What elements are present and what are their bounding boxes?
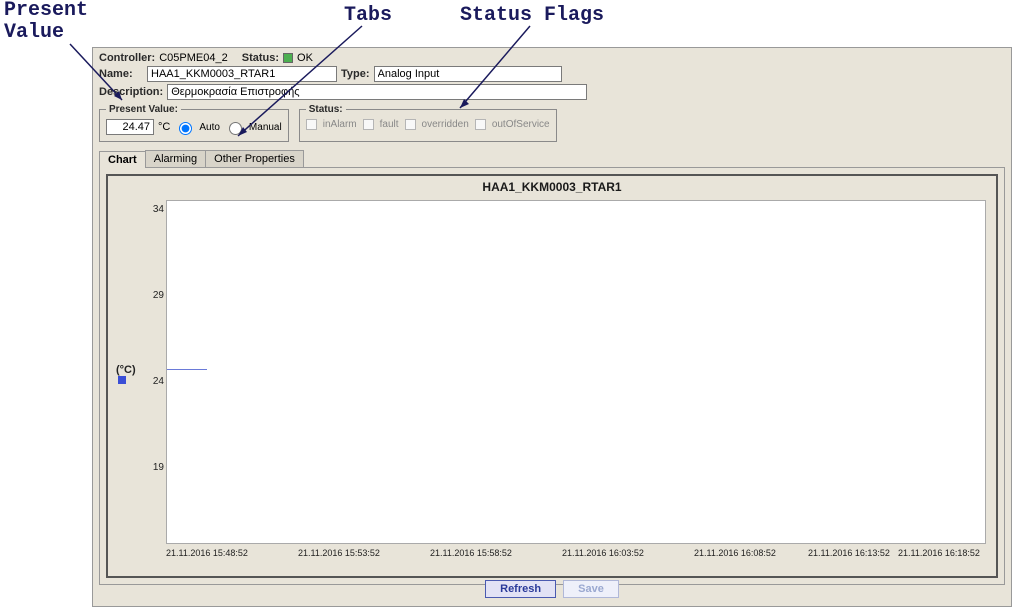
- description-row: Description:: [93, 84, 1011, 104]
- legend-swatch-icon: [118, 376, 126, 384]
- fault-label: fault: [380, 119, 399, 130]
- xtick-2: 21.11.2016 15:58:52: [430, 548, 512, 558]
- tab-body: HAA1_KKM0003_RTAR1 34 29 24 19 (°C) 21.1…: [99, 167, 1005, 585]
- controller-value: C05PME04_2: [159, 52, 228, 64]
- ytick-0: 34: [134, 204, 164, 215]
- xtick-1: 21.11.2016 15:53:52: [298, 548, 380, 558]
- inAlarm-label: inAlarm: [323, 119, 357, 130]
- status-ok-icon: [283, 53, 293, 63]
- status-text: OK: [297, 52, 313, 64]
- annotation-status-flags: Status Flags: [460, 4, 604, 27]
- ytick-3: 19: [134, 462, 164, 473]
- xtick-6: 21.11.2016 16:18:52: [898, 548, 980, 558]
- name-field[interactable]: [147, 66, 337, 82]
- controller-label: Controller:: [99, 52, 155, 64]
- chart-series-line: [167, 369, 207, 370]
- auto-label: Auto: [199, 122, 220, 133]
- tab-chart[interactable]: Chart: [99, 151, 146, 168]
- tab-alarming[interactable]: Alarming: [145, 150, 206, 167]
- button-bar: Refresh Save: [93, 580, 1011, 598]
- name-label: Name:: [99, 68, 143, 80]
- annotation-tabs: Tabs: [344, 4, 392, 27]
- overridden-checkbox: [405, 119, 416, 130]
- present-value-group: Present Value: °C Auto Manual: [99, 104, 289, 142]
- outOfService-checkbox: [475, 119, 486, 130]
- annotation-present-value: PresentValue: [4, 0, 88, 44]
- plot-area[interactable]: [166, 200, 986, 544]
- status-group: Status: inAlarm fault overridden outOfSe…: [299, 104, 557, 142]
- chart-ylabel: (°C): [116, 364, 136, 376]
- tab-bar: Chart Alarming Other Properties: [93, 150, 1011, 167]
- xtick-0: 21.11.2016 15:48:52: [166, 548, 248, 558]
- xtick-4: 21.11.2016 16:08:52: [694, 548, 776, 558]
- chart-frame: HAA1_KKM0003_RTAR1 34 29 24 19 (°C) 21.1…: [106, 174, 998, 578]
- xtick-3: 21.11.2016 16:03:52: [562, 548, 644, 558]
- chart-title: HAA1_KKM0003_RTAR1: [108, 176, 996, 196]
- manual-label: Manual: [249, 122, 282, 133]
- auto-radio[interactable]: [179, 122, 192, 135]
- header-row: Controller: C05PME04_2 Status: OK: [93, 48, 1011, 66]
- tab-other-properties[interactable]: Other Properties: [205, 150, 304, 167]
- outOfService-label: outOfService: [492, 119, 550, 130]
- xtick-5: 21.11.2016 16:13:52: [808, 548, 890, 558]
- save-button[interactable]: Save: [563, 580, 619, 598]
- description-field[interactable]: [167, 84, 587, 100]
- status-legend: Status:: [306, 104, 346, 115]
- manual-radio[interactable]: [229, 122, 242, 135]
- status-label: Status:: [242, 52, 279, 64]
- ytick-1: 29: [134, 290, 164, 301]
- ytick-2: 24: [134, 376, 164, 387]
- present-value-legend: Present Value:: [106, 104, 181, 115]
- overridden-label: overridden: [422, 119, 469, 130]
- type-label: Type:: [341, 68, 370, 80]
- fault-checkbox: [363, 119, 374, 130]
- present-value-field[interactable]: [106, 119, 154, 135]
- type-field[interactable]: [374, 66, 562, 82]
- present-value-unit: °C: [158, 121, 170, 133]
- properties-panel: Controller: C05PME04_2 Status: OK Name: …: [92, 47, 1012, 607]
- description-label: Description:: [99, 86, 163, 98]
- inAlarm-checkbox: [306, 119, 317, 130]
- refresh-button[interactable]: Refresh: [485, 580, 556, 598]
- name-row: Name: Type:: [93, 66, 1011, 84]
